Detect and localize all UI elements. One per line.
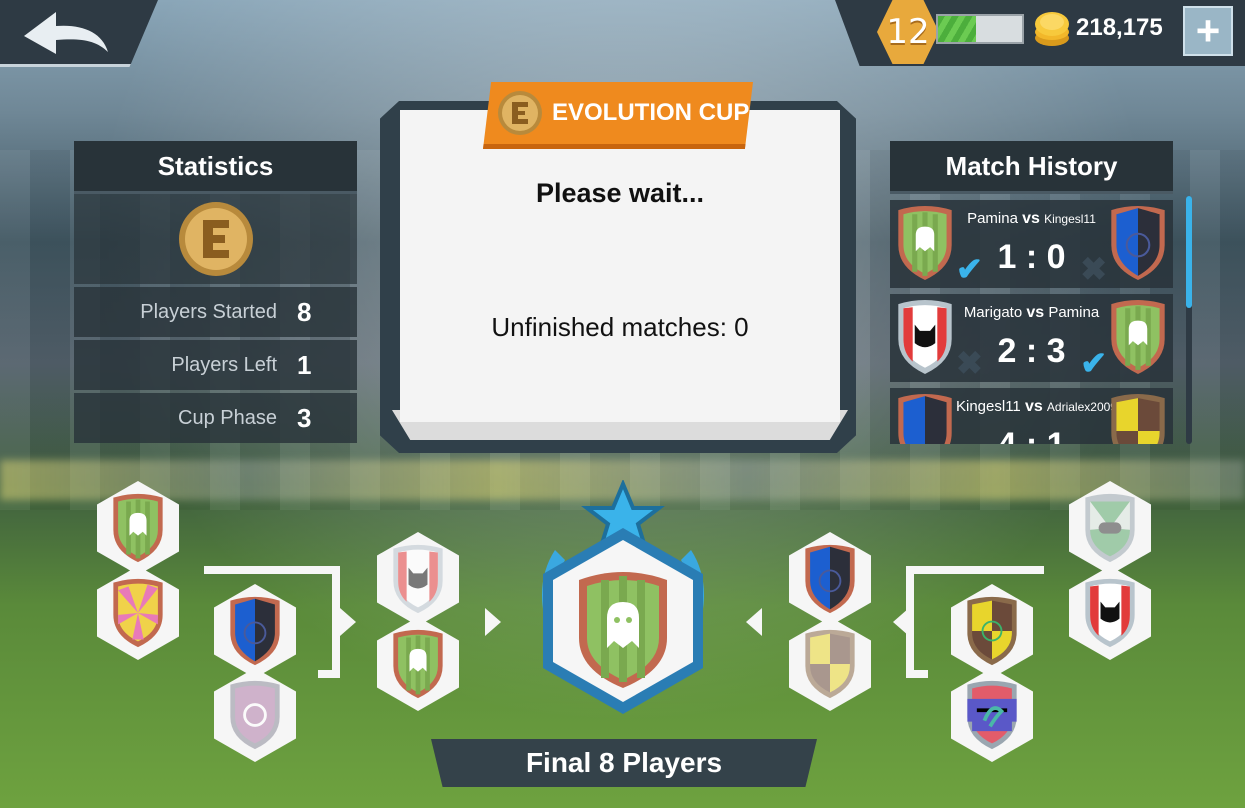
bracket-arrow-right (340, 608, 356, 636)
xp-progress-bar (936, 14, 1024, 44)
win-check-icon: ✔ (1080, 345, 1107, 381)
evolution-cup-icon (178, 202, 253, 276)
blue-black-shield-icon (1111, 206, 1165, 280)
blue-black-shield-icon (805, 544, 855, 614)
match-players: Marigato vs Pamina (956, 304, 1107, 322)
stat-label: Players Started (140, 300, 277, 323)
coin-stack-icon (1035, 12, 1069, 46)
cat-shield-icon (1085, 578, 1135, 648)
champion-badge[interactable] (525, 480, 721, 718)
vs-label: vs (1022, 210, 1040, 227)
cup-title: EVOLUTION CUP (552, 99, 750, 126)
back-arrow-icon (24, 12, 108, 54)
home-player: Pamina (967, 210, 1018, 227)
match-row[interactable]: Pamina vs Kingesl11 ✔ 1 : 0 ✖ (890, 200, 1173, 288)
blue-black-shield-icon (898, 394, 952, 444)
loss-cross-icon: ✖ (1080, 251, 1107, 287)
stat-value: 8 (297, 296, 312, 327)
add-coins-button[interactable]: + (1183, 6, 1233, 56)
stat-label: Cup Phase (178, 406, 277, 429)
home-player: Marigato (963, 304, 1023, 321)
away-player: Kingesl11 (1044, 212, 1096, 226)
stat-row-players-started: Players Started 8 (74, 287, 357, 337)
home-player: Kingesl11 (956, 398, 1021, 415)
ghost-shield-icon (898, 206, 952, 280)
final-round-label: Final 8 Players (431, 739, 817, 787)
ghost-shield-icon (1111, 300, 1165, 374)
bracket-line (906, 670, 928, 678)
bracket-arrow-left (746, 608, 762, 636)
bracket-line (204, 566, 340, 574)
evolution-cup-icon (498, 91, 542, 135)
status-message: Please wait... (535, 178, 705, 208)
bracket-arrow-left (893, 608, 909, 636)
match-history-title: Match History (890, 141, 1173, 194)
cup-emblem (74, 194, 357, 284)
bracket-line (332, 566, 340, 678)
vs-label: vs (1026, 304, 1045, 321)
blue-black-shield-icon (230, 596, 280, 666)
unfinished-matches: Unfinished matches: 0 (491, 312, 749, 342)
ghost-shield-icon (393, 629, 443, 699)
bracket-line (318, 670, 340, 678)
bracket-arrow-right (485, 608, 501, 636)
cup-dialog (400, 110, 840, 422)
dragon-shield-icon (967, 680, 1017, 750)
cat-shield-icon (898, 300, 952, 374)
yellow-checker-shield-icon (1111, 394, 1165, 444)
stat-label: Players Left (171, 353, 277, 376)
sunburst-shield-icon (113, 578, 163, 648)
bracket-line (906, 566, 1044, 574)
match-row[interactable]: Marigato vs Pamina ✖ 2 : 3 ✔ (890, 294, 1173, 382)
cat-shield-icon (393, 544, 443, 614)
purple-shield-icon (230, 680, 280, 750)
statistics-title: Statistics (74, 141, 357, 194)
history-scroll-thumb[interactable] (1186, 196, 1192, 308)
yellow-checker-shield-icon (805, 629, 855, 699)
yellow-checker-shield-icon (967, 596, 1017, 666)
stat-value: 3 (297, 402, 312, 433)
xp-progress-fill (938, 16, 976, 42)
match-score: 4 : 1 (956, 426, 1107, 444)
match-players: Pamina vs Kingesl11 (956, 210, 1107, 228)
statistics-panel: Statistics Players Started 8 Players Lef… (74, 141, 357, 444)
match-history-panel: Match History Pamina vs Kingesl11 ✔ 1 : … (890, 141, 1173, 444)
gamepad-shield-icon (1085, 493, 1135, 563)
match-row[interactable]: Kingesl11 vs Adrialex2009 4 : 1 (890, 388, 1173, 444)
vs-label: vs (1024, 398, 1043, 415)
stat-row-cup-phase: Cup Phase 3 (74, 393, 357, 443)
stat-value: 1 (297, 349, 312, 380)
away-player: Pamina (1048, 304, 1100, 321)
match-players: Kingesl11 vs Adrialex2009 (956, 398, 1117, 416)
ghost-shield-icon (113, 493, 163, 563)
coin-balance: 218,175 (1076, 14, 1163, 41)
level-value: 12 (886, 12, 930, 52)
stat-row-players-left: Players Left 1 (74, 340, 357, 390)
